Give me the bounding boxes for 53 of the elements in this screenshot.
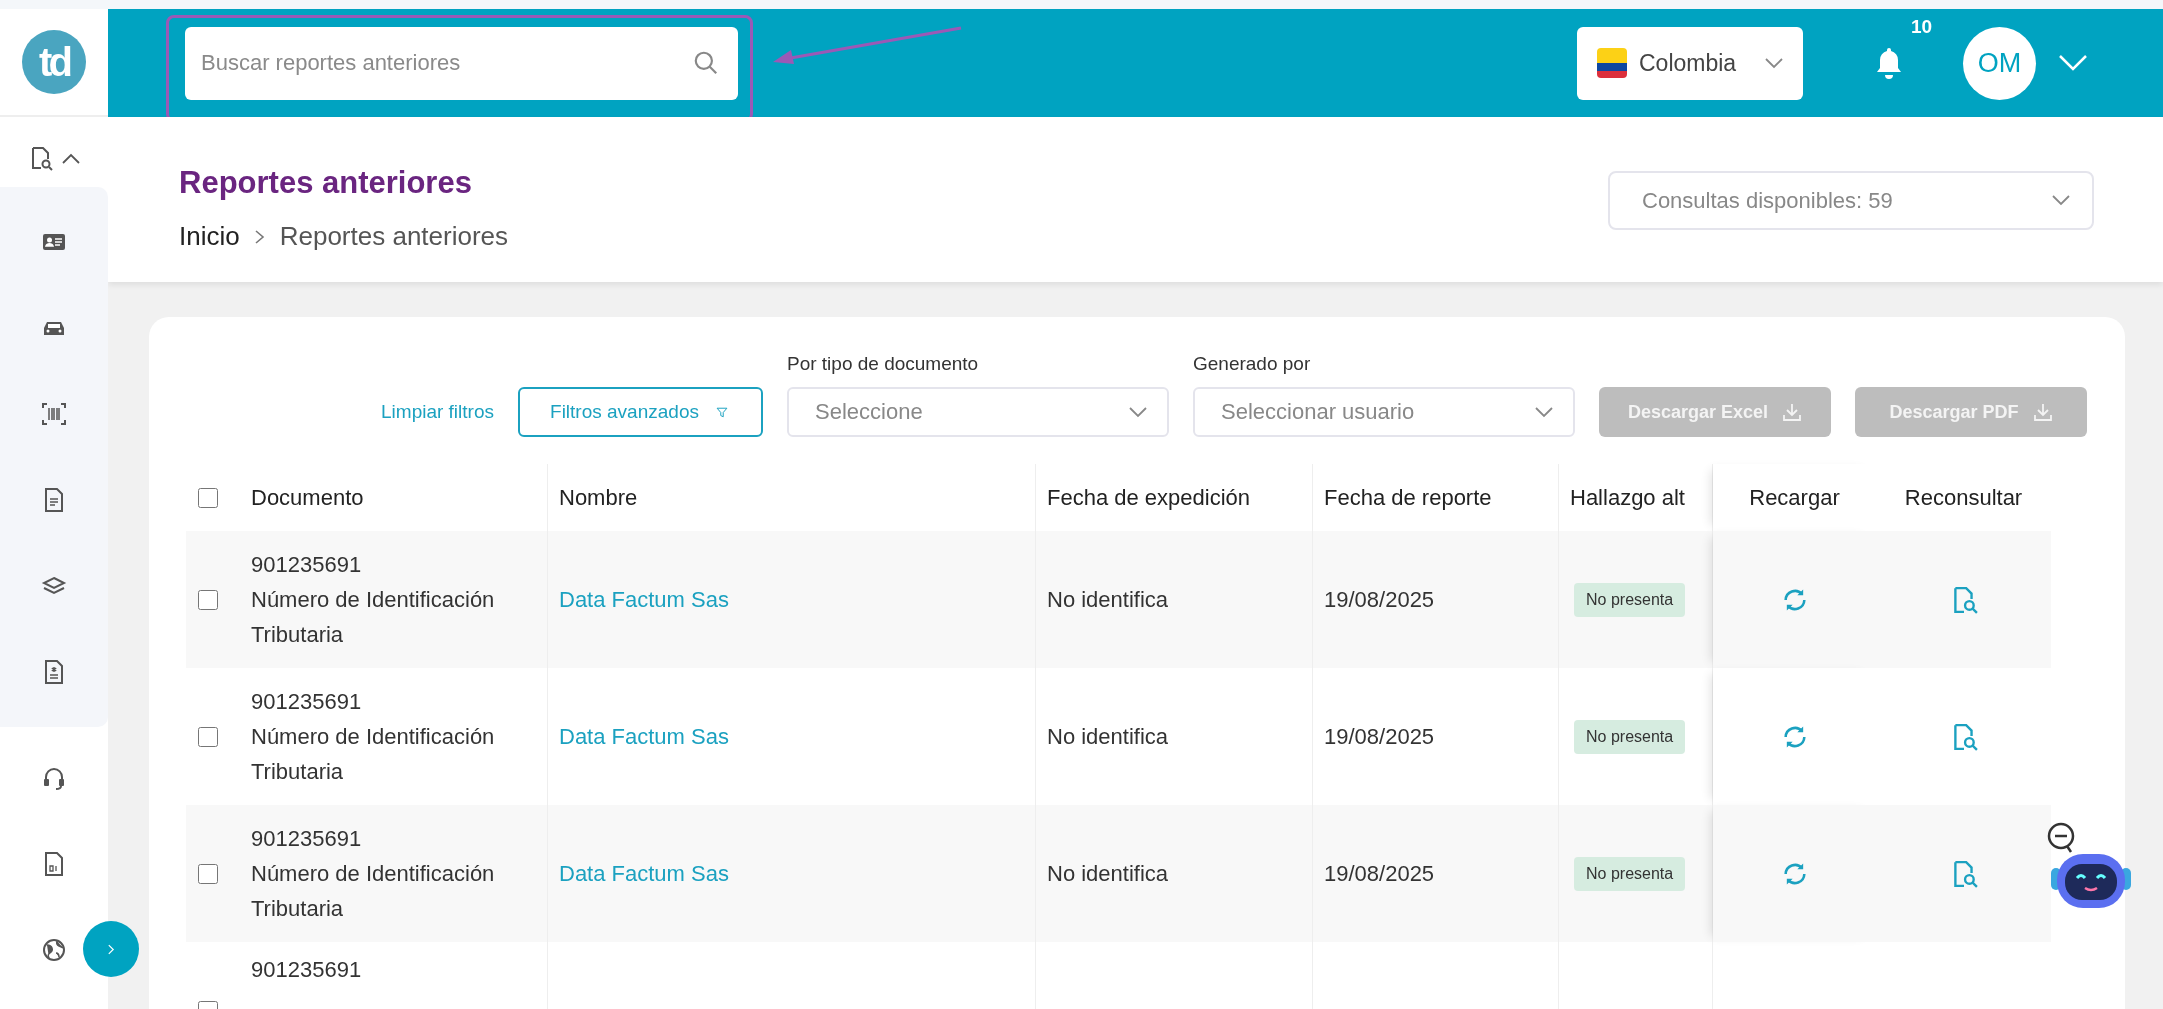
checkbox[interactable] <box>198 863 218 884</box>
notification-count: 10 <box>1911 16 1933 38</box>
document-number: 901235691 <box>251 956 362 984</box>
name-link[interactable]: Data Factum Sas <box>559 586 729 613</box>
chevron-down-icon <box>1129 406 1147 418</box>
barcode-icon[interactable] <box>41 401 67 427</box>
status-tag: No presenta <box>1574 582 1686 617</box>
country-select[interactable]: Colombia <box>1577 26 1803 100</box>
status-tag: No presenta <box>1574 856 1686 891</box>
chevron-up-icon[interactable] <box>62 152 80 164</box>
table-cell: 19/08/2025 <box>1324 860 1435 887</box>
dropdown-field[interactable]: Seleccione <box>787 387 1169 437</box>
clear-filters-link[interactable]: Limpiar filtros <box>381 401 494 437</box>
field-label: Generado por <box>1193 353 1312 375</box>
checkbox[interactable] <box>198 487 218 508</box>
table-cell: 19/08/2025 <box>1324 723 1435 750</box>
globe-icon[interactable] <box>41 937 67 963</box>
headset-icon[interactable] <box>41 765 67 791</box>
document-number: 901235691 <box>251 688 362 716</box>
download-icon <box>1782 402 1803 422</box>
table-cell: 19/08/2025 <box>1324 586 1435 613</box>
download-icon <box>2032 402 2053 422</box>
document-number: 901235691 <box>251 551 362 579</box>
chevron-down-icon[interactable] <box>2058 54 2088 72</box>
name-link[interactable]: Data Factum Sas <box>559 860 729 887</box>
quota-dropdown[interactable]: Consultas disponibles: 59 <box>1608 171 2094 230</box>
page-title: Reportes anteriores <box>179 165 473 201</box>
chevron-down-icon <box>1535 406 1553 418</box>
name-link[interactable]: Data Factum Sas <box>559 723 729 750</box>
document-type: Número de Identificación Tributaria <box>251 860 496 923</box>
expand-sidebar-button[interactable] <box>83 921 139 977</box>
chevron-down-icon <box>2052 195 2070 206</box>
status-tag: No presenta <box>1574 719 1686 754</box>
checkbox[interactable] <box>198 726 218 747</box>
logo[interactable]: td <box>22 30 86 94</box>
breadcrumb-item[interactable]: Inicio <box>179 221 240 252</box>
field-label: Por tipo de documento <box>787 353 980 375</box>
checkbox[interactable] <box>198 589 218 610</box>
table-cell: No identifica <box>1047 860 1169 887</box>
advanced-filters-button[interactable]: Filtros avanzados <box>518 387 763 437</box>
breadcrumb-item: Reportes anteriores <box>279 221 509 252</box>
chevron-down-icon <box>1765 57 1783 69</box>
column-header: Recargar <box>1713 464 1876 531</box>
user-avatar[interactable]: OM <box>1963 26 2036 100</box>
document-type: Número de Identificación Tributaria <box>251 723 496 786</box>
flag-icon <box>1597 48 1627 78</box>
search-field[interactable]: Buscar reportes anteriores <box>185 26 738 100</box>
document-number: 901235691 <box>251 825 362 853</box>
table-cell: No identifica <box>1047 723 1169 750</box>
chevron-right-icon <box>253 228 266 245</box>
table-cell: No identifica <box>1047 586 1169 613</box>
dropdown-field[interactable]: Seleccionar usuario <box>1193 387 1575 437</box>
document-type: Número de Identificación Tributaria <box>251 586 496 649</box>
